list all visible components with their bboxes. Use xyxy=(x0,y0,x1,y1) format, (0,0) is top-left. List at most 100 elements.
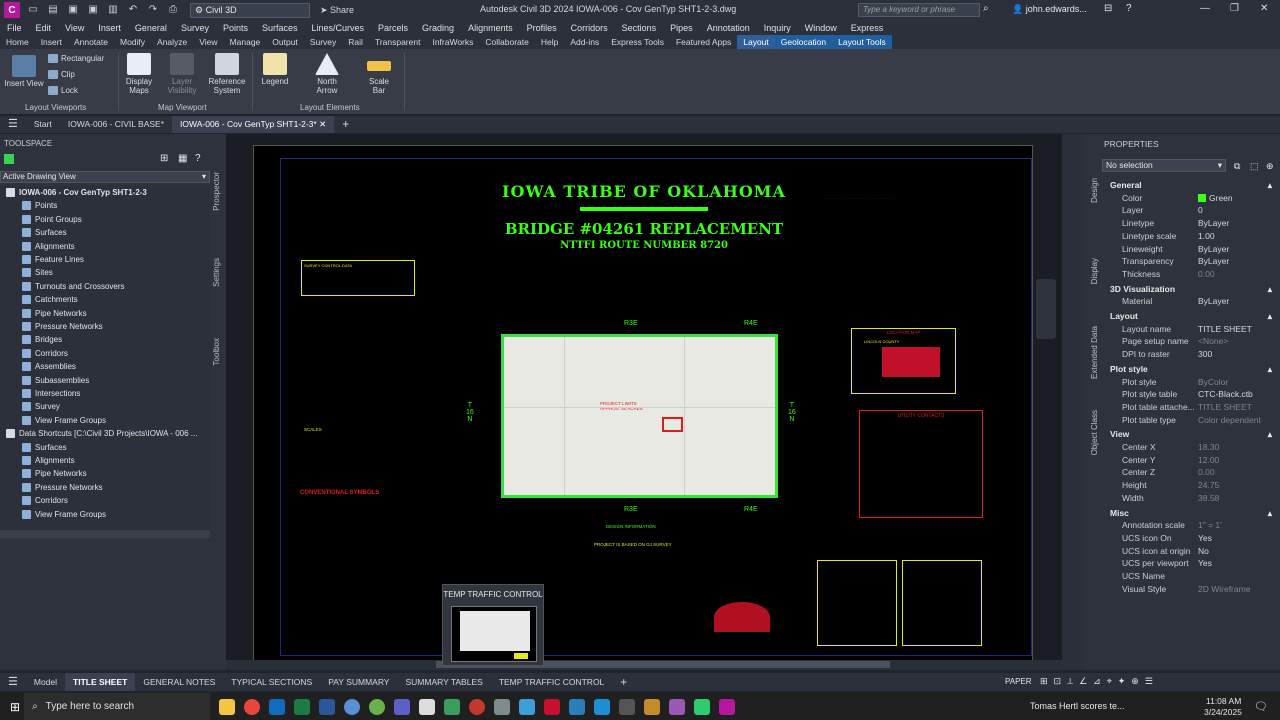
clock-date[interactable]: 3/24/2025 xyxy=(1204,707,1242,717)
prop-row[interactable]: Transparency ByLayer xyxy=(1122,256,1276,266)
toolspace-help-icon[interactable]: ? xyxy=(195,153,201,164)
menu-window[interactable]: Window xyxy=(798,23,844,33)
prop-value-cell[interactable]: Green xyxy=(1198,193,1276,203)
prop-row[interactable]: Color Green xyxy=(1122,193,1276,203)
new-file-icon[interactable]: ▭ xyxy=(26,4,40,16)
menu-express[interactable]: Express xyxy=(844,23,891,33)
prop-value-cell[interactable]: 1.00 xyxy=(1198,231,1276,241)
chrome-icon[interactable] xyxy=(244,698,261,715)
prop-row[interactable]: UCS Name xyxy=(1122,571,1276,581)
redo-icon[interactable]: ↷ xyxy=(146,4,160,16)
notification-icon[interactable]: 🗨 xyxy=(1254,700,1268,713)
prop-value-cell[interactable]: ByLayer xyxy=(1198,244,1276,254)
menu-survey[interactable]: Survey xyxy=(174,23,216,33)
display-maps-button[interactable]: Display Maps xyxy=(122,53,156,95)
collapse-icon[interactable]: ▴ xyxy=(1268,180,1272,191)
prop-row[interactable]: Linetype ByLayer xyxy=(1122,218,1276,228)
windows-start-icon[interactable]: ⊞ xyxy=(10,700,20,714)
tree-item[interactable]: Alignments xyxy=(22,241,75,251)
collapse-icon[interactable]: ▴ xyxy=(1268,364,1272,375)
workspace-dropdown[interactable]: ⚙ Civil 3D xyxy=(190,2,310,18)
revu-icon[interactable] xyxy=(344,698,361,715)
prop-row[interactable]: Plot table type Color dependent xyxy=(1122,415,1276,425)
autocad-a-icon[interactable] xyxy=(594,698,611,715)
close-button[interactable]: ✕ xyxy=(1260,3,1268,14)
store-icon[interactable] xyxy=(569,698,586,715)
new-tab-icon[interactable]: + xyxy=(334,116,357,133)
autodesk-app-icon[interactable]: ⊟ xyxy=(1104,3,1112,14)
prop-value-cell[interactable]: 12.00 xyxy=(1198,455,1276,465)
prop-value-cell[interactable]: ByColor xyxy=(1198,377,1276,387)
tree-item[interactable]: Assemblies xyxy=(22,362,76,372)
prop-row[interactable]: Linetype scale 1.00 xyxy=(1122,231,1276,241)
menu-corridors[interactable]: Corridors xyxy=(564,23,615,33)
collapse-icon[interactable]: ▴ xyxy=(1268,284,1272,295)
help-search-input[interactable]: Type a keyword or phrase xyxy=(858,3,980,17)
ribbon-tab-home[interactable]: Home xyxy=(0,35,35,49)
ribbon-tab-add-ins[interactable]: Add-ins xyxy=(564,35,605,49)
prop-value-cell[interactable]: TITLE SHEET xyxy=(1198,324,1276,334)
side-tab-toolbox[interactable]: Toolbox xyxy=(212,338,221,366)
doc-tab-civil-base[interactable]: IOWA-006 - CIVIL BASE* xyxy=(60,116,172,133)
tree-item[interactable]: Point Groups xyxy=(22,214,82,224)
layer-visibility-button[interactable]: Layer Visibility xyxy=(164,53,200,95)
prop-value-cell[interactable]: TITLE SHEET xyxy=(1198,402,1276,412)
scale-bar-button[interactable]: Scale Bar xyxy=(364,53,394,95)
prop-row[interactable]: Center Y 12.00 xyxy=(1122,455,1276,465)
menu-sections[interactable]: Sections xyxy=(615,23,664,33)
tree-item[interactable]: Pressure Networks xyxy=(22,482,103,492)
ribbon-tab-infraworks[interactable]: InfraWorks xyxy=(426,35,479,49)
paper-sheet[interactable]: IOWA TRIBE OF OKLAHOMA BRIDGE #04261 REP… xyxy=(253,145,1033,665)
notepad-icon[interactable] xyxy=(419,698,436,715)
word-icon[interactable] xyxy=(319,698,336,715)
prop-value-cell[interactable]: 0.00 xyxy=(1198,467,1276,477)
tree-item[interactable]: Intersections xyxy=(22,389,80,398)
layout-tab-title-sheet[interactable]: TITLE SHEET xyxy=(65,673,136,691)
doc-tab-start[interactable]: Start xyxy=(26,116,60,133)
active-drawing-view-dropdown[interactable]: Active Drawing View ▾ xyxy=(0,171,210,183)
side-tab-prospector[interactable]: Prospector xyxy=(212,172,221,211)
ribbon-tab-output[interactable]: Output xyxy=(266,35,304,49)
layout-menu-icon[interactable]: ☰ xyxy=(0,673,26,691)
save-as-icon[interactable]: ▣ xyxy=(86,4,100,16)
menu-alignments[interactable]: Alignments xyxy=(461,23,520,33)
close-tab-icon[interactable]: ✕ xyxy=(319,119,326,129)
menu-annotation[interactable]: Annotation xyxy=(700,23,757,33)
prop-value-cell[interactable]: 300 xyxy=(1198,349,1276,359)
prop-row[interactable]: Plot style table CTC-Black.ctb xyxy=(1122,389,1276,399)
prop-section-view[interactable]: View ▴ xyxy=(1110,429,1278,439)
prop-row[interactable]: Layer 0 xyxy=(1122,205,1276,215)
prop-section-misc[interactable]: Misc ▴ xyxy=(1110,508,1278,518)
news-widget[interactable]: Tomas Hertl scores te... xyxy=(1030,701,1125,711)
prop-row[interactable]: DPI to raster 300 xyxy=(1122,349,1276,359)
prop-value-cell[interactable]: <None> xyxy=(1198,336,1276,346)
clip-button[interactable]: Clip xyxy=(48,70,75,79)
tree-item[interactable]: Pipe Networks xyxy=(22,469,87,479)
tree-item[interactable]: Feature Lines xyxy=(22,255,84,264)
menu-general[interactable]: General xyxy=(128,23,174,33)
tree-item[interactable]: Survey xyxy=(22,402,60,412)
tree-item[interactable]: Catchments xyxy=(22,295,78,305)
paper-space-toggle[interactable]: PAPER xyxy=(1005,677,1032,686)
media-icon[interactable] xyxy=(644,698,661,715)
file-explorer-icon[interactable] xyxy=(219,698,236,715)
ribbon-tab-rail[interactable]: Rail xyxy=(342,35,369,49)
panel-layout-viewports[interactable]: Layout Viewports xyxy=(25,103,86,112)
tree-item[interactable]: Subassemblies xyxy=(22,375,89,385)
tree-item[interactable]: Surfaces xyxy=(22,442,67,452)
menu-file[interactable]: File xyxy=(0,23,29,33)
mail-icon[interactable] xyxy=(519,698,536,715)
north-arrow-button[interactable]: North Arrow xyxy=(310,53,344,95)
menu-edit[interactable]: Edit xyxy=(29,23,59,33)
plot-icon[interactable]: ⎙ xyxy=(166,4,180,16)
collapse-icon[interactable]: ▴ xyxy=(1268,508,1272,519)
menu-insert[interactable]: Insert xyxy=(91,23,128,33)
excel-icon[interactable] xyxy=(294,698,311,715)
folder-icon[interactable] xyxy=(619,698,636,715)
prop-row[interactable]: Width 38.58 xyxy=(1122,493,1276,503)
prop-section-general[interactable]: General ▴ xyxy=(1110,180,1278,190)
menu-view[interactable]: View xyxy=(58,23,91,33)
tree-item[interactable]: IOWA-006 - Cov GenTyp SHT1-2-3 xyxy=(6,188,147,197)
prop-row[interactable]: Page setup name <None> xyxy=(1122,336,1276,346)
share-button[interactable]: ➤ Share xyxy=(320,5,354,16)
